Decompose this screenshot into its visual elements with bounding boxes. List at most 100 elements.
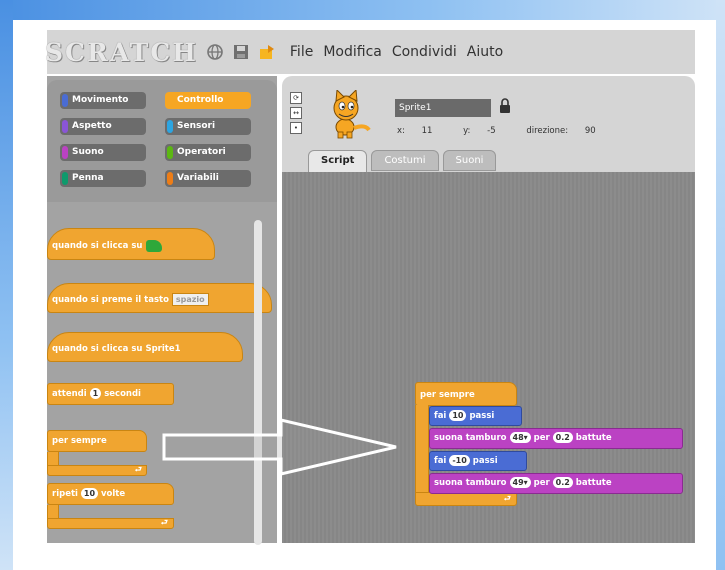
block-label: per sempre bbox=[420, 390, 475, 400]
move-steps-input[interactable]: -10 bbox=[449, 455, 470, 466]
repeat-value-input[interactable]: 10 bbox=[80, 488, 99, 499]
tab-suoni[interactable]: Suoni bbox=[442, 150, 497, 171]
lock-icon[interactable] bbox=[499, 98, 511, 114]
category-variabili[interactable]: Variabili bbox=[165, 170, 251, 187]
tab-costumi[interactable]: Costumi bbox=[371, 150, 439, 171]
color-chip bbox=[167, 172, 173, 185]
globe-icon[interactable] bbox=[207, 44, 224, 61]
color-chip bbox=[167, 94, 173, 107]
loop-arrow-icon: ⮐ bbox=[160, 518, 168, 527]
script-block-play-drum-2[interactable]: suona tamburo 49▾ per 0.2 battute bbox=[429, 473, 683, 494]
window-frame-top bbox=[0, 0, 725, 20]
script-block-move-10[interactable]: fai 10 passi bbox=[429, 406, 522, 426]
menu-condividi[interactable]: Condividi bbox=[392, 44, 457, 60]
sprite-coordinates: x: 11 y: -5 direzione: 90 bbox=[397, 126, 624, 136]
block-label: fai bbox=[434, 456, 447, 466]
category-operatori[interactable]: Operatori bbox=[165, 144, 251, 161]
category-label: Operatori bbox=[177, 147, 226, 157]
category-movimento[interactable]: Movimento bbox=[60, 92, 146, 109]
block-label: suona tamburo bbox=[434, 433, 507, 443]
block-when-flag-clicked[interactable]: quando si clicca su bbox=[47, 228, 215, 260]
window-frame-right bbox=[716, 0, 725, 570]
x-label: x: bbox=[397, 126, 405, 136]
menu-aiuto[interactable]: Aiuto bbox=[467, 44, 503, 60]
script-block-forever[interactable]: per sempre bbox=[415, 382, 517, 406]
script-forever-bottom: ⮐ bbox=[415, 492, 517, 506]
palette-scrollbar[interactable] bbox=[254, 220, 262, 545]
category-label: Penna bbox=[72, 173, 104, 183]
category-label: Controllo bbox=[177, 95, 224, 105]
direction-label: direzione: bbox=[526, 126, 569, 136]
sprite-name-field[interactable]: Sprite1 bbox=[395, 99, 491, 117]
sprite-thumbnail-cat-icon bbox=[325, 88, 375, 140]
color-chip bbox=[167, 120, 173, 133]
y-label: y: bbox=[463, 126, 471, 136]
category-selector: Movimento Controllo Aspetto Sensori Suon… bbox=[47, 80, 277, 202]
loop-arrow-icon: ⮐ bbox=[134, 465, 142, 474]
category-label: Aspetto bbox=[72, 121, 112, 131]
drag-arrow-icon bbox=[162, 418, 397, 476]
block-label: ripeti bbox=[52, 489, 78, 499]
script-block-move-minus-10[interactable]: fai -10 passi bbox=[429, 451, 527, 471]
menu-file[interactable]: File bbox=[290, 44, 313, 60]
menu-bar: SCRATCH File Modifica Condividi Aiuto bbox=[45, 30, 695, 74]
block-label: fai bbox=[434, 411, 447, 421]
script-forever-arm bbox=[415, 405, 429, 493]
script-block-play-drum-1[interactable]: suona tamburo 48▾ per 0.2 battute bbox=[429, 428, 683, 449]
wait-value-input[interactable]: 1 bbox=[89, 388, 102, 399]
scratch-logo: SCRATCH bbox=[45, 37, 198, 67]
flip-icon[interactable]: ↔ bbox=[290, 107, 302, 119]
block-label: secondi bbox=[104, 389, 141, 399]
color-chip bbox=[62, 172, 68, 185]
color-chip bbox=[62, 146, 68, 159]
menu-modifica[interactable]: Modifica bbox=[323, 44, 382, 60]
rotation-style-buttons: ⟳ ↔ • bbox=[290, 92, 302, 137]
y-value: -5 bbox=[487, 126, 496, 136]
block-repeat[interactable]: ripeti 10 volte bbox=[47, 483, 174, 505]
drum-dropdown[interactable]: 48▾ bbox=[509, 432, 531, 443]
block-label: per sempre bbox=[52, 436, 107, 446]
block-label: per bbox=[533, 433, 550, 443]
drum-dropdown[interactable]: 49▾ bbox=[509, 477, 531, 488]
block-label: battute bbox=[575, 478, 612, 488]
block-label: quando si preme il tasto bbox=[52, 295, 169, 305]
rotate-icon[interactable]: ⟳ bbox=[290, 92, 302, 104]
category-aspetto[interactable]: Aspetto bbox=[60, 118, 146, 135]
category-suono[interactable]: Suono bbox=[60, 144, 146, 161]
block-forever-arm bbox=[47, 452, 59, 466]
block-wait-seconds[interactable]: attendi 1 secondi bbox=[47, 383, 174, 405]
block-repeat-bottom: ⮐ bbox=[47, 518, 174, 529]
no-rotate-icon[interactable]: • bbox=[290, 122, 302, 134]
tab-script[interactable]: Script bbox=[308, 150, 368, 173]
block-label: attendi bbox=[52, 389, 87, 399]
block-forever-bottom: ⮐ bbox=[47, 465, 147, 476]
color-chip bbox=[62, 120, 68, 133]
block-label: suona tamburo bbox=[434, 478, 507, 488]
block-repeat-arm bbox=[47, 505, 59, 519]
category-label: Suono bbox=[72, 147, 104, 157]
green-flag-icon bbox=[145, 239, 162, 252]
share-icon[interactable] bbox=[259, 44, 276, 61]
key-dropdown[interactable]: spazio bbox=[171, 293, 209, 306]
direction-value: 90 bbox=[584, 126, 596, 136]
category-label: Variabili bbox=[177, 173, 219, 183]
move-steps-input[interactable]: 10 bbox=[449, 410, 467, 421]
beats-input[interactable]: 0.2 bbox=[552, 432, 573, 443]
category-label: Sensori bbox=[177, 121, 216, 131]
block-label: per bbox=[533, 478, 550, 488]
block-label: battute bbox=[575, 433, 612, 443]
beats-input[interactable]: 0.2 bbox=[552, 477, 573, 488]
category-sensori[interactable]: Sensori bbox=[165, 118, 251, 135]
category-penna[interactable]: Penna bbox=[60, 170, 146, 187]
block-when-key-pressed[interactable]: quando si preme il tasto spazio bbox=[47, 283, 272, 313]
block-when-sprite-clicked[interactable]: quando si clicca su Sprite1 bbox=[47, 332, 243, 362]
block-forever[interactable]: per sempre bbox=[47, 430, 147, 452]
category-controllo[interactable]: Controllo bbox=[165, 92, 251, 109]
x-value: 11 bbox=[421, 126, 433, 136]
editor-tabs: Script Costumi Suoni bbox=[308, 150, 500, 173]
save-icon[interactable] bbox=[233, 44, 250, 61]
window-frame-left bbox=[0, 0, 13, 570]
color-chip bbox=[167, 146, 173, 159]
block-label: quando si clicca su bbox=[52, 241, 143, 251]
category-label: Movimento bbox=[72, 95, 129, 105]
